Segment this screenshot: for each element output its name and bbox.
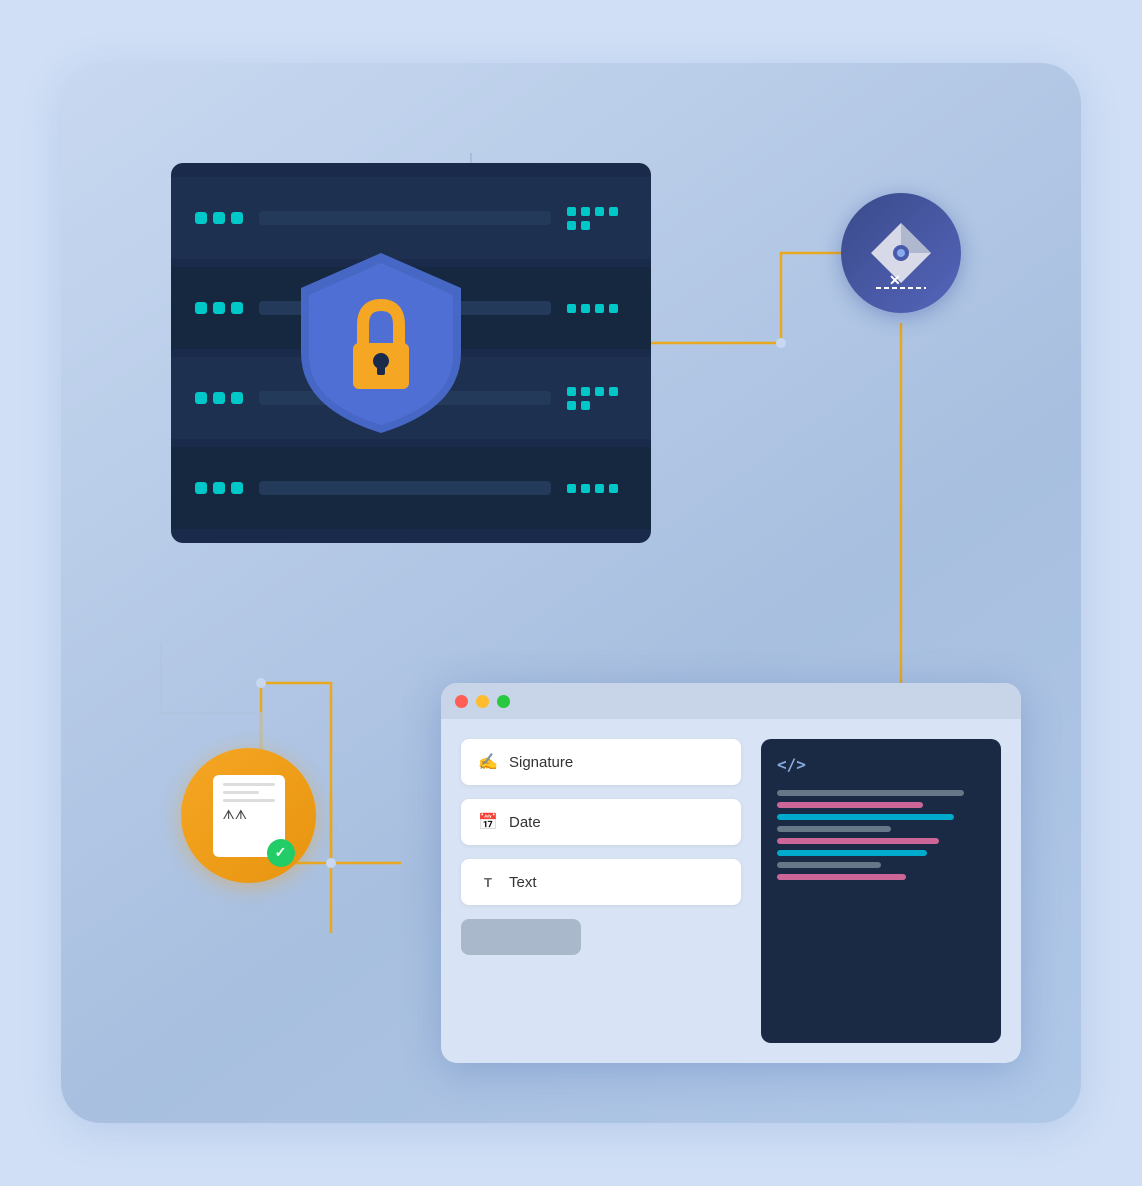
rack-dot-small — [567, 401, 576, 410]
rack-dot-small — [581, 304, 590, 313]
outer-card: ✕ ᗑᗑ ✓ — [61, 63, 1081, 1123]
rack-dot-small — [567, 221, 576, 230]
rack-dot — [195, 302, 207, 314]
rack-dot — [195, 482, 207, 494]
rack-dot-small — [581, 401, 590, 410]
form-panel: ✍ Signature 📅 Date T Text — [461, 739, 741, 1043]
submit-button[interactable] — [461, 919, 581, 955]
rack-dot — [213, 302, 225, 314]
app-window: ✍ Signature 📅 Date T Text </> — [441, 683, 1021, 1063]
code-line — [777, 838, 939, 844]
rack-dot-small — [609, 387, 618, 396]
rack-dot-small — [581, 207, 590, 216]
rack-dot-small — [609, 484, 618, 493]
maximize-button[interactable] — [497, 695, 510, 708]
pen-tool-circle: ✕ — [841, 193, 961, 313]
code-lines — [777, 790, 985, 886]
text-field[interactable]: T Text — [461, 859, 741, 905]
window-titlebar — [441, 683, 1021, 719]
rack-dot — [195, 212, 207, 224]
rack-dots-right — [567, 387, 627, 410]
rack-dot — [231, 302, 243, 314]
code-tag-label: </> — [777, 755, 985, 774]
rack-dot-small — [595, 207, 604, 216]
rack-dot — [213, 482, 225, 494]
rack-dot — [231, 212, 243, 224]
rack-dots-right — [567, 484, 627, 493]
rack-dot-small — [609, 304, 618, 313]
rack-dot-small — [595, 484, 604, 493]
signature-text: ᗑᗑ — [223, 807, 275, 823]
rack-dots-left — [195, 212, 243, 224]
rack-dot-small — [595, 304, 604, 313]
rack-dot-small — [567, 484, 576, 493]
doc-line — [223, 783, 275, 786]
signature-circle: ᗑᗑ ✓ — [181, 748, 316, 883]
rack-dot-small — [567, 387, 576, 396]
rack-dots-left — [195, 302, 243, 314]
rack-dot-small — [581, 387, 590, 396]
date-icon: 📅 — [477, 811, 499, 833]
signature-document: ᗑᗑ ✓ — [213, 775, 285, 857]
signature-field[interactable]: ✍ Signature — [461, 739, 741, 785]
rack-row — [171, 447, 651, 529]
rack-dots-left — [195, 392, 243, 404]
rack-dot — [195, 392, 207, 404]
rack-dots-right — [567, 304, 627, 313]
text-label: Text — [509, 874, 537, 891]
rack-dot-small — [567, 304, 576, 313]
rack-dots-left — [195, 482, 243, 494]
code-line — [777, 862, 881, 868]
code-line — [777, 814, 954, 820]
code-line — [777, 826, 891, 832]
code-line — [777, 850, 927, 856]
code-panel: </> — [761, 739, 1001, 1043]
rack-dot-small — [595, 387, 604, 396]
code-line — [777, 790, 964, 796]
rack-dots-right — [567, 207, 627, 230]
pen-tool-icon: ✕ — [861, 213, 941, 293]
doc-line — [223, 799, 275, 802]
rack-dot — [231, 392, 243, 404]
rack-dot-small — [567, 207, 576, 216]
signature-label: Signature — [509, 754, 573, 771]
code-line — [777, 874, 906, 880]
rack-dot — [213, 392, 225, 404]
rack-bar — [259, 481, 551, 495]
signature-icon: ✍ — [477, 751, 499, 773]
server-rack — [171, 163, 651, 543]
rack-dot — [231, 482, 243, 494]
rack-dot-small — [581, 484, 590, 493]
text-field-icon: T — [477, 871, 499, 893]
check-badge: ✓ — [267, 839, 295, 867]
svg-text:✕: ✕ — [889, 272, 901, 288]
rack-dot-small — [581, 221, 590, 230]
rack-dot — [213, 212, 225, 224]
close-button[interactable] — [455, 695, 468, 708]
rack-dot-small — [609, 207, 618, 216]
security-shield — [291, 243, 471, 443]
rack-bar — [259, 211, 551, 225]
code-line — [777, 802, 923, 808]
date-field[interactable]: 📅 Date — [461, 799, 741, 845]
minimize-button[interactable] — [476, 695, 489, 708]
date-label: Date — [509, 814, 541, 831]
doc-line — [223, 791, 259, 794]
window-body: ✍ Signature 📅 Date T Text </> — [441, 719, 1021, 1063]
